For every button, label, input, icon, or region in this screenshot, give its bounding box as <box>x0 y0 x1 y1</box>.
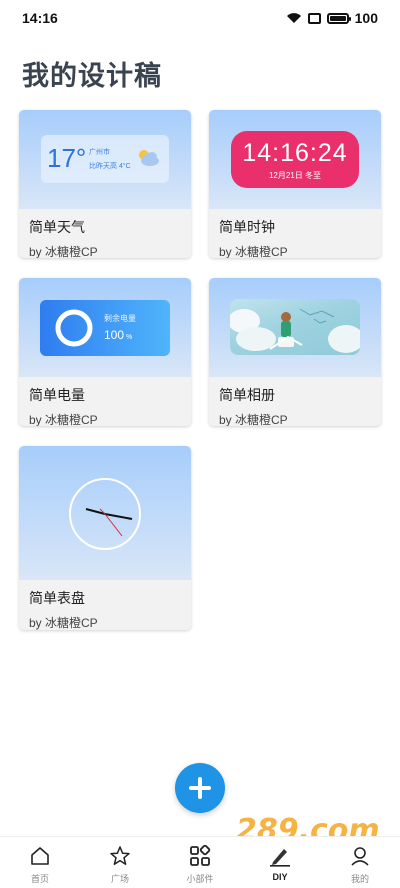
nav-label: 广场 <box>110 874 129 884</box>
clock-widget-preview: 14:16:24 12月21日 冬至 <box>231 131 359 188</box>
card-author: by 冰糖橙CP <box>29 245 98 258</box>
battery-widget-preview: 剩余电量 100% <box>40 300 170 356</box>
design-card-weather[interactable]: 17° 广州市 比昨天高 4°C 简单天气 by 冰糖橙CP <box>19 110 191 258</box>
status-bar: 14:16 100 <box>0 0 400 36</box>
status-icons: 100 <box>286 10 378 26</box>
card-title: 简单天气 <box>29 219 85 235</box>
widgets-icon <box>190 845 211 866</box>
card-title: 简单电量 <box>29 387 85 403</box>
card-preview: 17° 广州市 比昨天高 4°C <box>19 110 191 209</box>
design-card-watchface[interactable]: 简单表盘 by 冰糖橙CP <box>19 446 191 630</box>
home-icon <box>31 847 49 865</box>
partly-cloudy-icon <box>139 150 159 166</box>
card-author: by 冰糖橙CP <box>29 413 98 426</box>
card-author: by 冰糖橙CP <box>219 245 288 258</box>
card-author: by 冰糖橙CP <box>29 616 98 630</box>
nav-label: 首页 <box>30 874 49 884</box>
card-preview <box>209 278 381 377</box>
clock-date: 12月21日 冬至 <box>268 171 322 180</box>
weather-city: 广州市 <box>89 149 110 156</box>
nav-label: 小部件 <box>186 874 214 884</box>
battery-ring <box>55 309 93 347</box>
bottom-navigation: 首页 广场 小部件 DIY 我的 <box>0 836 400 888</box>
nav-item-mine[interactable]: 我的 <box>320 837 400 888</box>
add-design-button[interactable] <box>175 763 225 813</box>
nav-label: DIY <box>272 872 288 882</box>
wifi-icon <box>286 13 301 23</box>
card-title: 简单时钟 <box>219 219 275 235</box>
card-preview <box>19 446 191 580</box>
plus-icon <box>189 777 211 799</box>
album-widget-preview <box>230 299 360 355</box>
card-title: 简单表盘 <box>29 590 85 606</box>
weather-temp: 17° <box>47 143 87 173</box>
pen-icon <box>270 849 290 867</box>
design-card-album[interactable]: 简单相册 by 冰糖橙CP <box>209 278 381 426</box>
nav-label: 我的 <box>350 874 369 884</box>
card-preview: 14:16:24 12月21日 冬至 <box>209 110 381 209</box>
screen-rotation-icon <box>307 12 321 24</box>
person-icon <box>351 847 369 866</box>
card-preview: 剩余电量 100% <box>19 278 191 377</box>
analog-clock-preview <box>69 478 141 550</box>
clock-time: 14:16:24 <box>242 139 348 167</box>
status-time: 14:16 <box>22 10 58 26</box>
nav-item-diy[interactable]: DIY <box>240 837 320 888</box>
star-icon <box>110 846 130 865</box>
weather-widget-preview: 17° 广州市 比昨天高 4°C <box>41 135 169 183</box>
battery-label: 剩余电量 <box>104 314 136 323</box>
nav-item-widgets[interactable]: 小部件 <box>160 837 240 888</box>
nav-item-home[interactable]: 首页 <box>0 837 80 888</box>
weather-compare: 比昨天高 4°C <box>89 163 131 170</box>
battery-icon <box>326 12 351 24</box>
battery-value: 100% <box>104 328 133 342</box>
page-title: 我的设计稿 <box>22 61 162 91</box>
nav-item-square[interactable]: 广场 <box>80 837 160 888</box>
design-card-battery[interactable]: 剩余电量 100% 简单电量 by 冰糖橙CP <box>19 278 191 426</box>
album-photo <box>230 308 360 353</box>
battery-level: 100 <box>354 10 378 26</box>
card-author: by 冰糖橙CP <box>219 413 288 426</box>
card-title: 简单相册 <box>219 387 275 403</box>
design-card-clock[interactable]: 14:16:24 12月21日 冬至 简单时钟 by 冰糖橙CP <box>209 110 381 258</box>
clock-hands <box>85 508 133 537</box>
